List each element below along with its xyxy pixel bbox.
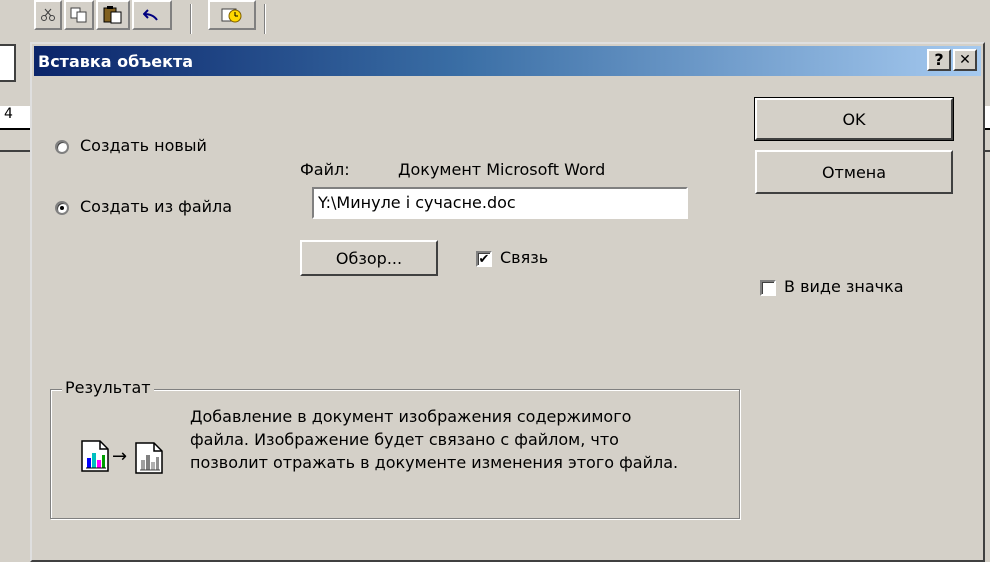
- close-button[interactable]: ✕: [953, 49, 977, 71]
- toolbar-separator: [264, 4, 266, 34]
- link-checkbox[interactable]: ✔: [476, 251, 492, 267]
- ok-button[interactable]: OK: [754, 97, 954, 141]
- result-legend: Результат: [62, 378, 154, 397]
- create-new-label[interactable]: Создать новый: [80, 136, 207, 155]
- paste-icon[interactable]: [96, 0, 130, 30]
- arrow-icon: →: [112, 446, 128, 467]
- display-as-icon-checkbox[interactable]: [760, 280, 776, 296]
- cut-icon[interactable]: [34, 0, 62, 30]
- close-icon: ✕: [959, 52, 971, 68]
- copy-icon[interactable]: [64, 0, 94, 30]
- document-chart-icon: [81, 440, 109, 472]
- file-type: Документ Microsoft Word: [398, 160, 606, 179]
- link-label[interactable]: Связь: [500, 248, 548, 267]
- web-toolbar-icon[interactable]: [208, 0, 256, 30]
- background-toolbar: [0, 0, 990, 42]
- radio-create-from-file[interactable]: [55, 201, 69, 215]
- radio-create-new[interactable]: [55, 140, 69, 154]
- help-button[interactable]: ?: [927, 49, 951, 71]
- file-path-input[interactable]: Y:\Минуле і сучасне.doc: [312, 187, 688, 219]
- background-combo-edge: [0, 44, 16, 82]
- display-as-icon-label[interactable]: В виде значка: [784, 277, 904, 296]
- toolbar-separator: [190, 4, 192, 34]
- cancel-button[interactable]: Отмена: [755, 150, 953, 194]
- ruler-left: 4: [0, 106, 30, 130]
- ruler-line-left: [0, 150, 30, 152]
- linked-document-icon: [135, 442, 163, 474]
- result-description: Добавление в документ изображения содерж…: [190, 407, 679, 472]
- ruler-number: 4: [4, 106, 13, 122]
- dialog-titlebar[interactable]: Вставка объекта ? ✕: [34, 46, 981, 76]
- browse-button[interactable]: Обзор...: [300, 240, 438, 276]
- dialog-title: Вставка объекта: [38, 51, 194, 71]
- undo-icon[interactable]: [132, 0, 172, 30]
- create-from-file-label[interactable]: Создать из файла: [80, 197, 232, 216]
- file-label: Файл:: [300, 160, 350, 179]
- help-icon: ?: [934, 50, 944, 69]
